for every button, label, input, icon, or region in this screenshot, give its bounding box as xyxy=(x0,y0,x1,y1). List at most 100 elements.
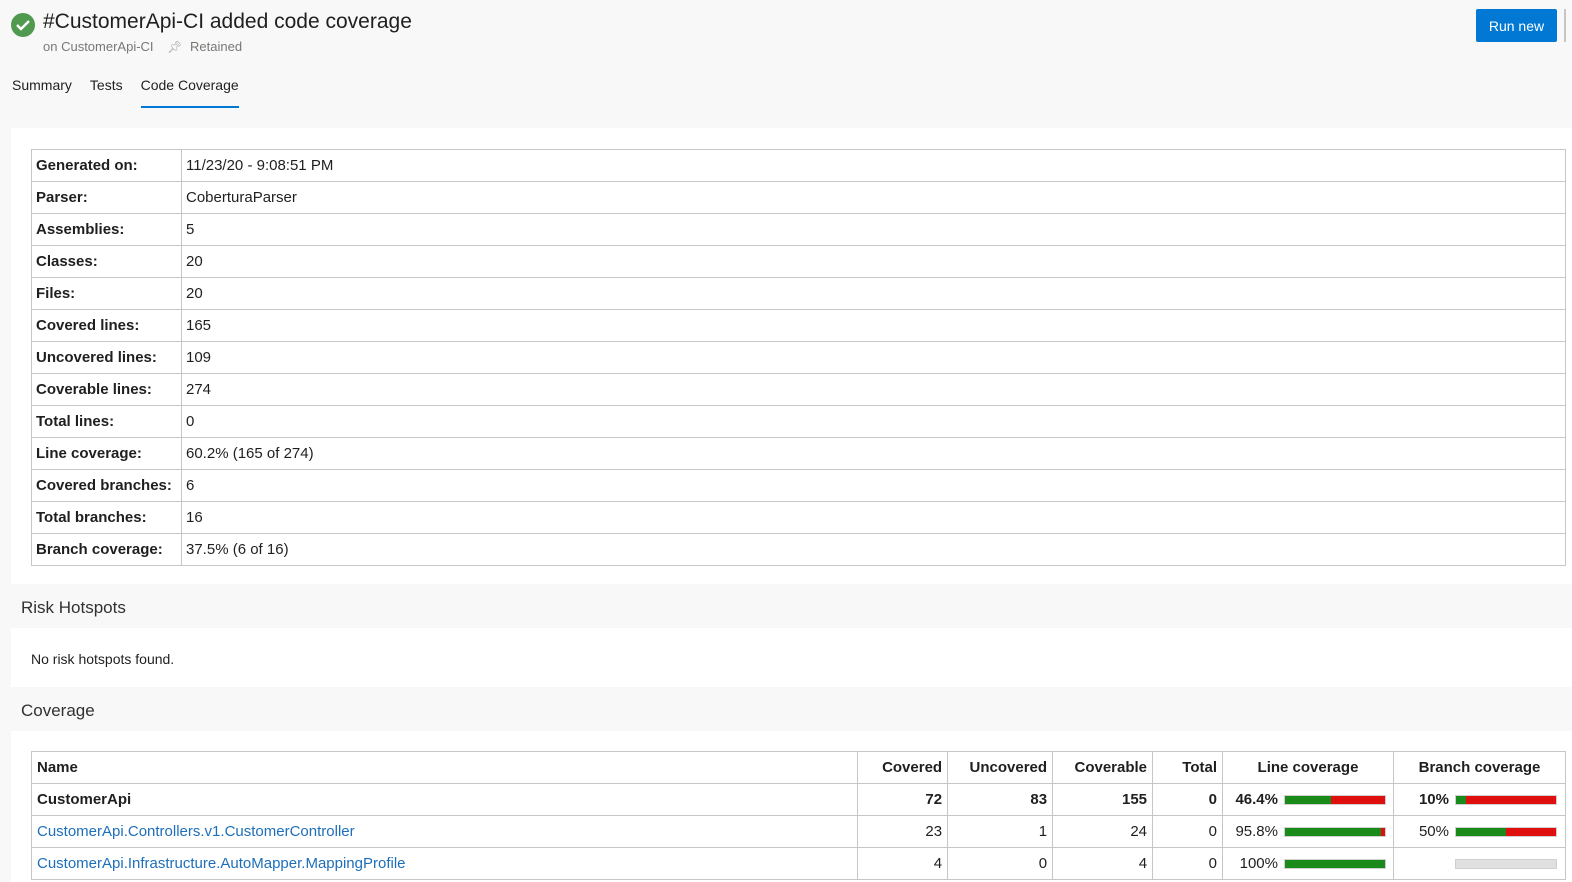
branch-coverage-cell xyxy=(1392,847,1567,880)
coverable-cell: 155 xyxy=(1052,783,1154,816)
covered-cell: 72 xyxy=(857,783,949,816)
summary-value: 11/23/20 - 9:08:51 PM xyxy=(181,149,1566,182)
summary-key: Total branches: xyxy=(31,501,182,534)
summary-value: 109 xyxy=(181,341,1566,374)
summary-row: Covered lines: 165 xyxy=(31,309,1566,342)
coverage-header-row: Name Covered Uncovered Coverable Total L… xyxy=(30,751,1567,784)
covered-fill xyxy=(1455,828,1506,837)
class-link[interactable]: CustomerApi.Infrastructure.AutoMapper.Ma… xyxy=(37,855,406,872)
coverage-name-cell: CustomerApi.Controllers.v1.CustomerContr… xyxy=(30,815,859,848)
summary-row: Line coverage: 60.2% (165 of 274) xyxy=(31,437,1566,470)
summary-key: Classes: xyxy=(31,245,182,278)
summary-key: Parser: xyxy=(31,181,182,214)
uncovered-fill xyxy=(1465,796,1556,805)
run-new-button[interactable]: Run new xyxy=(1476,9,1557,42)
summary-key: Line coverage: xyxy=(31,437,182,470)
col-branch-coverage[interactable]: Branch coverage xyxy=(1392,751,1567,784)
success-check-icon xyxy=(11,13,35,37)
tab-code-coverage[interactable]: Code Coverage xyxy=(140,76,239,108)
total-cell: 0 xyxy=(1152,783,1223,816)
total-cell: 0 xyxy=(1152,847,1223,880)
line-coverage-bar xyxy=(1283,795,1386,806)
summary-row: Classes: 20 xyxy=(31,245,1566,278)
run-subtitle: on CustomerApi-CI 📌︎ Retained xyxy=(43,39,242,54)
uncovered-fill xyxy=(1331,796,1385,805)
coverage-name-cell[interactable]: CustomerApi xyxy=(30,783,859,816)
summary-value: 165 xyxy=(181,309,1566,342)
uncovered-fill xyxy=(1505,828,1556,837)
summary-value: 20 xyxy=(181,277,1566,310)
branch-coverage-bar xyxy=(1454,795,1557,806)
summary-value: 16 xyxy=(181,501,1566,534)
line-coverage-bar xyxy=(1283,827,1386,838)
branch-coverage-bar xyxy=(1454,859,1557,870)
branch-coverage-percent: 10% xyxy=(1418,791,1449,808)
summary-row: Assemblies: 5 xyxy=(31,213,1566,246)
summary-row: Uncovered lines: 109 xyxy=(31,341,1566,374)
summary-key: Generated on: xyxy=(31,149,182,182)
pipeline-link[interactable]: on CustomerApi-CI xyxy=(43,39,154,54)
summary-table: Generated on: 11/23/20 - 9:08:51 PM Parser… xyxy=(31,149,1566,566)
coverable-cell: 24 xyxy=(1052,815,1154,848)
covered-fill xyxy=(1284,860,1385,869)
summary-value: 5 xyxy=(181,213,1566,246)
col-coverable[interactable]: Coverable xyxy=(1052,751,1154,784)
tab-summary[interactable]: Summary xyxy=(12,76,72,108)
summary-row: Covered branches: 6 xyxy=(31,469,1566,502)
coverage-table: Name Covered Uncovered Coverable Total L… xyxy=(30,751,1567,880)
summary-value: 6 xyxy=(181,469,1566,502)
line-coverage-percent: 100% xyxy=(1239,855,1278,872)
tab-bar: Summary Tests Code Coverage xyxy=(12,76,257,108)
summary-key: Branch coverage: xyxy=(31,533,182,566)
line-coverage-bar xyxy=(1283,859,1386,870)
summary-row: Total branches: 16 xyxy=(31,501,1566,534)
coverage-panel: Name Covered Uncovered Coverable Total L… xyxy=(11,731,1572,882)
risk-hotspots-panel: No risk hotspots found. xyxy=(11,628,1572,687)
covered-cell: 4 xyxy=(857,847,949,880)
col-uncovered[interactable]: Uncovered xyxy=(947,751,1054,784)
class-row: CustomerApi.Controllers.v1.CustomerContr… xyxy=(30,815,1567,848)
summary-value: 0 xyxy=(181,405,1566,438)
summary-key: Covered branches: xyxy=(31,469,182,502)
coverable-cell: 4 xyxy=(1052,847,1154,880)
summary-row: Parser: CoberturaParser xyxy=(31,181,1566,214)
summary-value: 20 xyxy=(181,245,1566,278)
line-coverage-cell: 46.4% xyxy=(1221,783,1394,816)
summary-panel: Generated on: 11/23/20 - 9:08:51 PM Parser… xyxy=(11,128,1572,584)
pin-icon: 📌︎ xyxy=(167,40,183,54)
assembly-row: CustomerApi 72 83 155 0 46.4% 10% xyxy=(30,783,1567,816)
summary-value: 37.5% (6 of 16) xyxy=(181,533,1566,566)
uncovered-cell: 0 xyxy=(947,847,1054,880)
coverage-heading: Coverage xyxy=(21,701,95,720)
branch-coverage-cell: 10% xyxy=(1392,783,1567,816)
col-covered[interactable]: Covered xyxy=(857,751,949,784)
summary-value: 60.2% (165 of 274) xyxy=(181,437,1566,470)
class-link[interactable]: CustomerApi.Controllers.v1.CustomerContr… xyxy=(37,823,355,840)
summary-value: CoberturaParser xyxy=(181,181,1566,214)
summary-row: Total lines: 0 xyxy=(31,405,1566,438)
col-total[interactable]: Total xyxy=(1152,751,1223,784)
summary-row: Generated on: 11/23/20 - 9:08:51 PM xyxy=(31,149,1566,182)
branch-coverage-bar xyxy=(1454,827,1557,838)
summary-row: Files: 20 xyxy=(31,277,1566,310)
line-coverage-cell: 100% xyxy=(1221,847,1394,880)
covered-fill xyxy=(1284,828,1381,837)
col-name[interactable]: Name xyxy=(30,751,859,784)
line-coverage-cell: 95.8% xyxy=(1221,815,1394,848)
tab-tests[interactable]: Tests xyxy=(90,76,123,108)
summary-key: Uncovered lines: xyxy=(31,341,182,374)
page-header: #CustomerApi-CI added code coverage on C… xyxy=(0,0,1572,128)
summary-key: Covered lines: xyxy=(31,309,182,342)
summary-key: Coverable lines: xyxy=(31,373,182,406)
run-title: #CustomerApi-CI added code coverage xyxy=(43,10,412,33)
class-row: CustomerApi.Infrastructure.AutoMapper.Ma… xyxy=(30,847,1567,880)
covered-fill xyxy=(1455,796,1466,805)
summary-key: Assemblies: xyxy=(31,213,182,246)
coverage-name-cell: CustomerApi.Infrastructure.AutoMapper.Ma… xyxy=(30,847,859,880)
header-divider xyxy=(1564,9,1566,42)
summary-key: Total lines: xyxy=(31,405,182,438)
summary-value: 274 xyxy=(181,373,1566,406)
summary-key: Files: xyxy=(31,277,182,310)
col-line-coverage[interactable]: Line coverage xyxy=(1221,751,1394,784)
uncovered-fill xyxy=(1380,828,1385,837)
